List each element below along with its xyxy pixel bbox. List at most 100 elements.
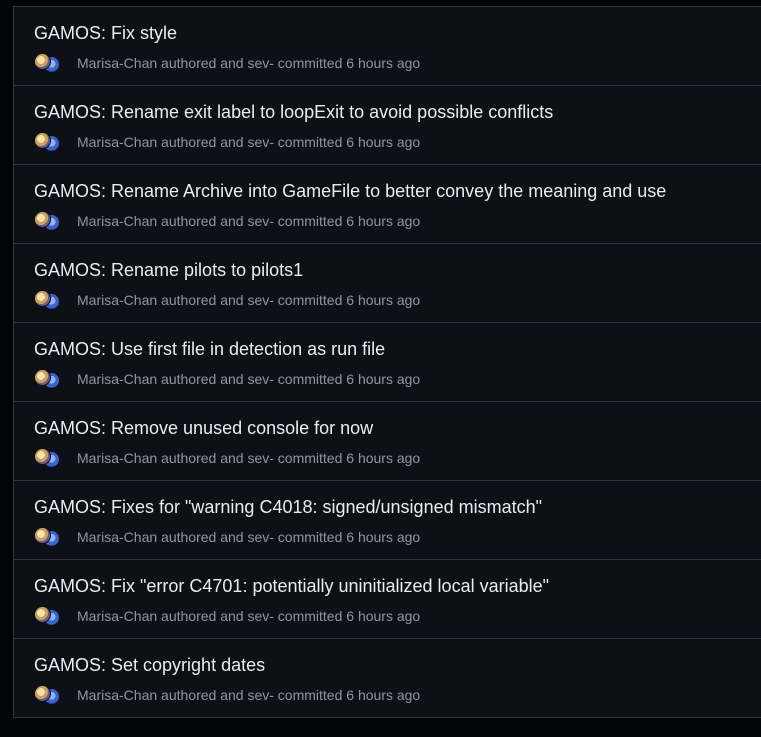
- author-avatar[interactable]: [34, 211, 51, 228]
- committer-link[interactable]: sev-: [247, 292, 273, 308]
- committer-link[interactable]: sev-: [247, 134, 273, 150]
- committed-label: committed: [277, 55, 343, 71]
- authored-label: authored and: [161, 529, 244, 545]
- commit-title-link[interactable]: GAMOS: Fix style: [34, 23, 177, 44]
- committer-link[interactable]: sev-: [247, 529, 273, 545]
- authored-label: authored and: [161, 213, 244, 229]
- commit-time: 6 hours ago: [346, 55, 421, 71]
- author-avatar[interactable]: [34, 527, 51, 544]
- author-link[interactable]: Marisa-Chan: [77, 134, 157, 150]
- commit-list: GAMOS: Fix style Marisa-Chan authored an…: [13, 6, 761, 718]
- committed-label: committed: [277, 292, 343, 308]
- commit-title-link[interactable]: GAMOS: Set copyright dates: [34, 655, 265, 676]
- author-avatar[interactable]: [34, 53, 51, 70]
- author-avatar[interactable]: [34, 448, 51, 465]
- commit-row: GAMOS: Rename exit label to loopExit to …: [14, 86, 761, 165]
- committer-link[interactable]: sev-: [247, 55, 273, 71]
- commit-meta: Marisa-Chan authored and sev- committed …: [34, 290, 420, 310]
- author-link[interactable]: Marisa-Chan: [77, 608, 157, 624]
- commit-row: GAMOS: Rename pilots to pilots1 Marisa-C…: [14, 244, 761, 323]
- commit-byline: Marisa-Chan authored and sev- committed …: [77, 529, 420, 545]
- committer-link[interactable]: sev-: [247, 450, 273, 466]
- avatar-stack[interactable]: [34, 448, 62, 468]
- committer-link[interactable]: sev-: [247, 371, 273, 387]
- committer-link[interactable]: sev-: [247, 608, 273, 624]
- commit-title-link[interactable]: GAMOS: Rename pilots to pilots1: [34, 260, 303, 281]
- commit-row: GAMOS: Fixes for "warning C4018: signed/…: [14, 481, 761, 560]
- avatar-stack[interactable]: [34, 132, 62, 152]
- commit-meta: Marisa-Chan authored and sev- committed …: [34, 527, 420, 547]
- committed-label: committed: [277, 608, 343, 624]
- committer-link[interactable]: sev-: [247, 687, 273, 703]
- commit-byline: Marisa-Chan authored and sev- committed …: [77, 213, 420, 229]
- committed-label: committed: [277, 529, 343, 545]
- author-link[interactable]: Marisa-Chan: [77, 371, 157, 387]
- commit-time: 6 hours ago: [346, 608, 421, 624]
- commit-time: 6 hours ago: [346, 292, 421, 308]
- committed-label: committed: [277, 687, 343, 703]
- commit-meta: Marisa-Chan authored and sev- committed …: [34, 211, 420, 231]
- author-avatar[interactable]: [34, 685, 51, 702]
- commit-byline: Marisa-Chan authored and sev- committed …: [77, 292, 420, 308]
- authored-label: authored and: [161, 450, 244, 466]
- avatar-stack[interactable]: [34, 685, 62, 705]
- authored-label: authored and: [161, 608, 244, 624]
- commit-time: 6 hours ago: [346, 529, 421, 545]
- author-link[interactable]: Marisa-Chan: [77, 450, 157, 466]
- commit-meta: Marisa-Chan authored and sev- committed …: [34, 448, 420, 468]
- authored-label: authored and: [161, 292, 244, 308]
- avatar-stack[interactable]: [34, 53, 62, 73]
- commit-title-link[interactable]: GAMOS: Remove unused console for now: [34, 418, 373, 439]
- author-link[interactable]: Marisa-Chan: [77, 529, 157, 545]
- commit-time: 6 hours ago: [346, 134, 421, 150]
- author-link[interactable]: Marisa-Chan: [77, 55, 157, 71]
- commit-time: 6 hours ago: [346, 371, 421, 387]
- commit-meta: Marisa-Chan authored and sev- committed …: [34, 369, 420, 389]
- commit-title-link[interactable]: GAMOS: Fix "error C4701: potentially uni…: [34, 576, 549, 597]
- commit-row: GAMOS: Fix "error C4701: potentially uni…: [14, 560, 761, 639]
- author-avatar[interactable]: [34, 369, 51, 386]
- authored-label: authored and: [161, 687, 244, 703]
- commit-row: GAMOS: Remove unused console for now Mar…: [14, 402, 761, 481]
- commit-title-link[interactable]: GAMOS: Rename Archive into GameFile to b…: [34, 181, 666, 202]
- commit-row: GAMOS: Use first file in detection as ru…: [14, 323, 761, 402]
- commit-meta: Marisa-Chan authored and sev- committed …: [34, 132, 420, 152]
- commit-row: GAMOS: Set copyright dates Marisa-Chan a…: [14, 639, 761, 718]
- commit-byline: Marisa-Chan authored and sev- committed …: [77, 450, 420, 466]
- commit-time: 6 hours ago: [346, 687, 421, 703]
- commit-byline: Marisa-Chan authored and sev- committed …: [77, 687, 420, 703]
- commit-row: GAMOS: Fix style Marisa-Chan authored an…: [14, 7, 761, 86]
- avatar-stack[interactable]: [34, 211, 62, 231]
- authored-label: authored and: [161, 371, 244, 387]
- commit-byline: Marisa-Chan authored and sev- committed …: [77, 134, 420, 150]
- commit-title-link[interactable]: GAMOS: Use first file in detection as ru…: [34, 339, 385, 360]
- author-avatar[interactable]: [34, 132, 51, 149]
- avatar-stack[interactable]: [34, 527, 62, 547]
- authored-label: authored and: [161, 55, 244, 71]
- commit-meta: Marisa-Chan authored and sev- committed …: [34, 685, 420, 705]
- committed-label: committed: [277, 371, 343, 387]
- commit-title-link[interactable]: GAMOS: Fixes for "warning C4018: signed/…: [34, 497, 542, 518]
- committer-link[interactable]: sev-: [247, 213, 273, 229]
- author-link[interactable]: Marisa-Chan: [77, 213, 157, 229]
- commit-time: 6 hours ago: [346, 213, 421, 229]
- author-avatar[interactable]: [34, 290, 51, 307]
- avatar-stack[interactable]: [34, 606, 62, 626]
- commit-byline: Marisa-Chan authored and sev- committed …: [77, 608, 420, 624]
- author-avatar[interactable]: [34, 606, 51, 623]
- author-link[interactable]: Marisa-Chan: [77, 292, 157, 308]
- avatar-stack[interactable]: [34, 369, 62, 389]
- committed-label: committed: [277, 134, 343, 150]
- commit-row: GAMOS: Rename Archive into GameFile to b…: [14, 165, 761, 244]
- avatar-stack[interactable]: [34, 290, 62, 310]
- committed-label: committed: [277, 450, 343, 466]
- author-link[interactable]: Marisa-Chan: [77, 687, 157, 703]
- commit-byline: Marisa-Chan authored and sev- committed …: [77, 55, 420, 71]
- commit-meta: Marisa-Chan authored and sev- committed …: [34, 606, 420, 626]
- authored-label: authored and: [161, 134, 244, 150]
- commit-meta: Marisa-Chan authored and sev- committed …: [34, 53, 420, 73]
- commit-title-link[interactable]: GAMOS: Rename exit label to loopExit to …: [34, 102, 553, 123]
- commit-byline: Marisa-Chan authored and sev- committed …: [77, 371, 420, 387]
- commit-time: 6 hours ago: [346, 450, 421, 466]
- committed-label: committed: [277, 213, 343, 229]
